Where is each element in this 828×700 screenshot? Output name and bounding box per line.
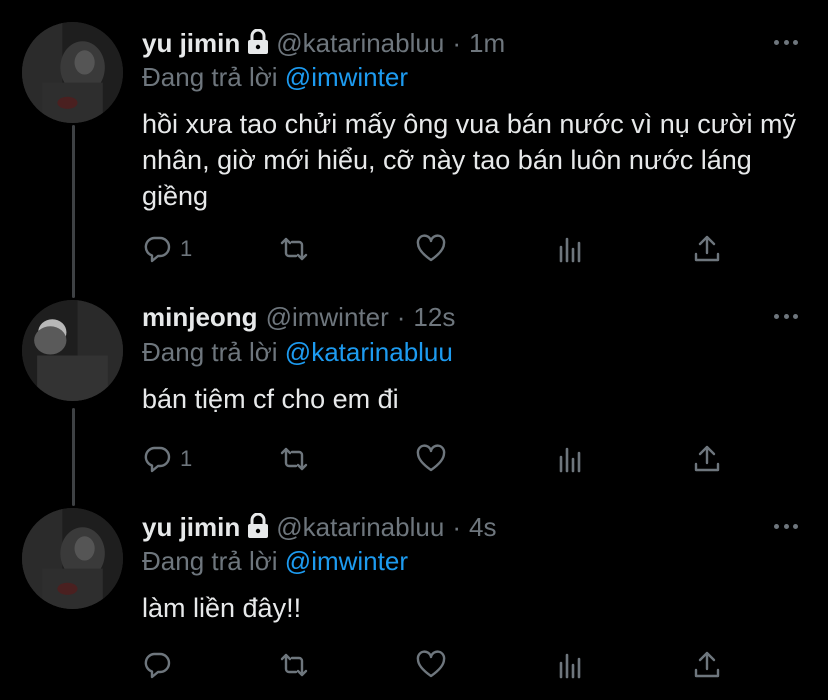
tweet-actions: 1 <box>142 442 742 476</box>
reply-button[interactable]: 1 <box>142 442 192 476</box>
timestamp[interactable]: 12s <box>413 302 455 333</box>
avatar-photo <box>22 508 123 609</box>
timestamp[interactable]: 1m <box>469 28 505 59</box>
share-button[interactable] <box>692 648 722 682</box>
analytics-icon <box>559 653 581 679</box>
like-icon <box>416 650 446 678</box>
display-name[interactable]: minjeong <box>142 302 258 333</box>
share-button[interactable] <box>692 232 722 266</box>
display-name[interactable]: yu jimin <box>142 28 240 59</box>
like-icon <box>416 444 446 472</box>
reply-icon <box>144 236 171 263</box>
replying-to-label: Đang trả lời <box>142 546 278 576</box>
analytics-button[interactable] <box>555 232 585 266</box>
reply-count: 1 <box>180 236 193 261</box>
like-button[interactable] <box>416 232 446 266</box>
replying-to: Đang trả lời @katarinabluu <box>142 337 453 368</box>
display-name[interactable]: yu jimin <box>142 512 240 543</box>
avatar[interactable] <box>22 300 123 401</box>
reply-count: 1 <box>180 446 193 471</box>
analytics-icon <box>559 447 581 473</box>
analytics-button[interactable] <box>555 648 585 682</box>
retweet-icon <box>280 237 308 261</box>
analytics-button[interactable] <box>555 442 585 476</box>
like-button[interactable] <box>416 442 446 476</box>
tweet-header: yu jimin @katarinabluu · 1m <box>142 28 505 59</box>
share-icon <box>694 445 720 472</box>
tweet-header: yu jimin @katarinabluu · 4s <box>142 512 496 543</box>
share-button[interactable] <box>692 442 722 476</box>
user-handle[interactable]: @imwinter <box>266 302 389 333</box>
replying-to: Đang trả lời @imwinter <box>142 62 408 93</box>
reply-button[interactable]: 1 <box>142 232 192 266</box>
timestamp[interactable]: 4s <box>469 512 496 543</box>
thread-line <box>72 408 75 506</box>
retweet-button[interactable] <box>279 648 309 682</box>
replying-to-label: Đang trả lời <box>142 62 278 92</box>
avatar-photo <box>22 22 123 123</box>
replying-to: Đang trả lời @imwinter <box>142 546 408 577</box>
tweet-actions: 1 <box>142 232 742 266</box>
tweet-header: minjeong @imwinter · 12s <box>142 302 455 333</box>
thread-line <box>72 125 75 298</box>
separator-dot: · <box>396 302 406 332</box>
like-icon <box>416 234 446 262</box>
avatar[interactable] <box>22 22 123 123</box>
more-icon[interactable] <box>774 311 798 321</box>
user-handle[interactable]: @katarinabluu <box>276 28 444 59</box>
separator-dot: · <box>452 512 461 542</box>
retweet-icon <box>280 447 308 471</box>
avatar[interactable] <box>22 508 123 609</box>
replying-to-label: Đang trả lời <box>142 337 278 367</box>
reply-icon <box>144 446 171 473</box>
retweet-icon <box>280 653 308 677</box>
reply-icon <box>144 652 171 679</box>
replying-to-mention[interactable]: @imwinter <box>285 62 408 92</box>
tweet-text: bán tiệm cf cho em đi <box>142 384 399 414</box>
more-icon[interactable] <box>774 37 798 47</box>
analytics-icon <box>559 237 581 263</box>
reply-button[interactable] <box>142 648 180 682</box>
share-icon <box>694 235 720 262</box>
tweet-text: làm liền đây!! <box>142 593 302 623</box>
like-button[interactable] <box>416 648 446 682</box>
retweet-button[interactable] <box>279 442 309 476</box>
user-handle[interactable]: @katarinabluu <box>276 512 444 543</box>
share-icon <box>694 651 720 678</box>
replying-to-mention[interactable]: @imwinter <box>285 546 408 576</box>
tweet-text: hồi xưa tao chửi mấy ông vua bán nước vì… <box>142 109 796 211</box>
lock-icon <box>246 28 270 55</box>
replying-to-mention[interactable]: @katarinabluu <box>285 337 453 367</box>
tweet-actions <box>142 648 742 682</box>
lock-icon <box>246 512 270 539</box>
avatar-photo <box>22 300 123 401</box>
retweet-button[interactable] <box>279 232 309 266</box>
more-icon[interactable] <box>774 521 798 531</box>
separator-dot: · <box>452 28 461 58</box>
